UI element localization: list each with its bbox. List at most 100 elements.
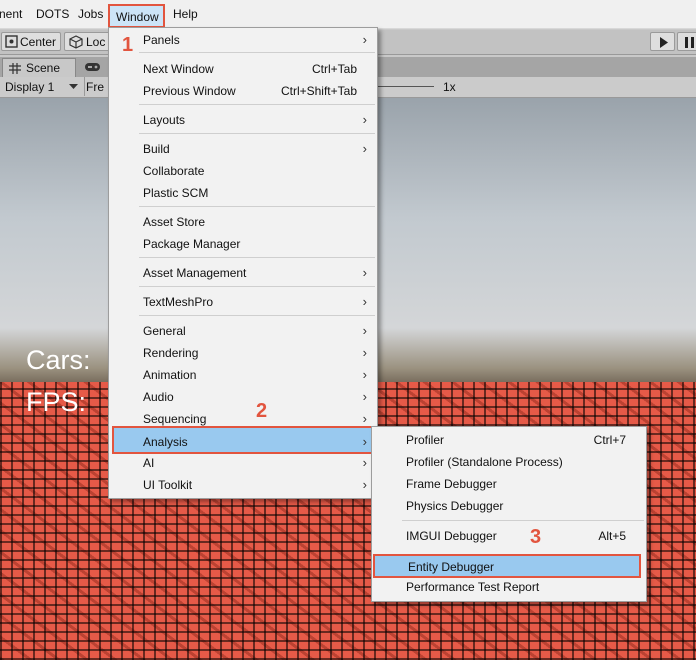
center-icon: [5, 35, 18, 48]
step-badge-2: 2: [256, 400, 268, 422]
menu-item-label: General: [143, 324, 186, 338]
pivot-local-button[interactable]: Loc: [64, 32, 110, 51]
menu-item-label: Plastic SCM: [143, 186, 209, 200]
menu-item-layouts[interactable]: Layouts ›: [109, 109, 377, 131]
menu-window[interactable]: Window: [108, 4, 165, 28]
menu-item-label: Panels: [143, 33, 180, 47]
menu-item-label: Previous Window: [143, 84, 236, 98]
menu-separator: [139, 52, 375, 53]
menu-item-shortcut: Ctrl+Shift+Tab: [280, 84, 357, 98]
menu-item-ai[interactable]: AI ›: [109, 452, 377, 474]
menu-item-label: Entity Debugger: [408, 560, 495, 574]
chevron-right-icon: ›: [362, 477, 367, 492]
menu-item-label: Analysis: [143, 435, 188, 449]
menu-item-label: TextMeshPro: [143, 295, 214, 309]
cube-icon: [69, 35, 83, 49]
menu-item-label: Audio: [143, 390, 174, 404]
menu-component[interactable]: nent: [0, 7, 22, 21]
menu-item-label: Next Window: [143, 62, 214, 76]
menu-separator: [139, 104, 375, 105]
menu-item-package-manager[interactable]: Package Manager: [109, 233, 377, 255]
display-dropdown[interactable]: Display 1: [0, 77, 85, 96]
center-label: Center: [20, 35, 57, 49]
chevron-right-icon: ›: [362, 411, 367, 426]
menu-item-animation[interactable]: Animation ›: [109, 364, 377, 386]
menu-item-physics-debugger[interactable]: Physics Debugger: [372, 495, 646, 517]
menu-item-build[interactable]: Build ›: [109, 138, 377, 160]
menu-jobs[interactable]: Jobs: [78, 7, 103, 21]
menu-separator: [402, 520, 644, 521]
play-icon: [660, 37, 668, 48]
menu-item-label: Package Manager: [143, 237, 241, 251]
menu-item-label: Profiler: [406, 433, 445, 447]
scale-slider[interactable]: [378, 86, 434, 87]
gamepad-icon: [85, 63, 100, 71]
chevron-right-icon: ›: [362, 141, 367, 156]
menu-bar: nent DOTS Jobs Window Help: [0, 0, 696, 29]
menu-dots[interactable]: DOTS: [36, 7, 69, 21]
menu-item-label: Physics Debugger: [406, 499, 504, 513]
chevron-right-icon: ›: [362, 389, 367, 404]
menu-item-label: AI: [143, 456, 155, 470]
tab-game[interactable]: [84, 61, 102, 73]
menu-item-label: Layouts: [143, 113, 186, 127]
menu-item-entity-debugger[interactable]: Entity Debugger: [373, 554, 641, 578]
menu-item-textmeshpro[interactable]: TextMeshPro ›: [109, 291, 377, 313]
chevron-right-icon: ›: [362, 434, 367, 449]
chevron-right-icon: ›: [362, 323, 367, 338]
dropdown-arrow-icon: [69, 84, 78, 89]
pause-icon: [685, 37, 694, 48]
menu-item-ui-toolkit[interactable]: UI Toolkit ›: [109, 474, 377, 496]
menu-separator: [139, 286, 375, 287]
menu-item-asset-store[interactable]: Asset Store: [109, 211, 377, 233]
menu-item-general[interactable]: General ›: [109, 320, 377, 342]
chevron-right-icon: ›: [362, 367, 367, 382]
menu-item-previous-window[interactable]: Previous Window Ctrl+Shift+Tab: [109, 80, 377, 102]
menu-separator: [139, 133, 375, 134]
menu-item-profiler[interactable]: Profiler Ctrl+7: [372, 429, 646, 451]
pause-button[interactable]: [677, 32, 696, 51]
cars-label: Cars:: [26, 345, 91, 375]
chevron-right-icon: ›: [362, 345, 367, 360]
analysis-submenu: Profiler Ctrl+7 Profiler (Standalone Proc…: [371, 426, 647, 602]
menu-item-frame-debugger[interactable]: Frame Debugger: [372, 473, 646, 495]
menu-item-collaborate[interactable]: Collaborate: [109, 160, 377, 182]
menu-item-label: Profiler (Standalone Process): [406, 455, 563, 469]
menu-item-label: Build: [143, 142, 170, 156]
menu-item-label: Rendering: [143, 346, 199, 360]
menu-item-analysis[interactable]: Analysis ›: [112, 426, 374, 454]
menu-item-audio[interactable]: Audio ›: [109, 386, 377, 408]
fps-label: FPS:: [26, 387, 87, 417]
menu-separator: [139, 315, 375, 316]
step-badge-1: 1: [122, 34, 134, 56]
menu-item-imgui-debugger[interactable]: IMGUI Debugger Alt+5: [372, 525, 646, 547]
chevron-right-icon: ›: [362, 455, 367, 470]
menu-item-label: IMGUI Debugger: [406, 529, 497, 543]
menu-item-label: Frame Debugger: [406, 477, 497, 491]
menu-item-label: Sequencing: [143, 412, 207, 426]
scale-value: 1x: [443, 80, 456, 94]
chevron-right-icon: ›: [362, 32, 367, 47]
menu-item-rendering[interactable]: Rendering ›: [109, 342, 377, 364]
menu-item-performance-test-report[interactable]: Performance Test Report: [372, 576, 646, 598]
tab-scene-label: Scene: [26, 61, 61, 75]
chevron-right-icon: ›: [362, 265, 367, 280]
chevron-right-icon: ›: [362, 294, 367, 309]
menu-separator: [139, 206, 375, 207]
menu-item-panels[interactable]: Panels ›: [109, 29, 377, 51]
menu-item-label: Asset Store: [143, 215, 206, 229]
local-label: Loc: [86, 35, 106, 49]
pivot-center-button[interactable]: Center: [1, 32, 61, 51]
chevron-right-icon: ›: [362, 112, 367, 127]
menu-item-plastic-scm[interactable]: Plastic SCM: [109, 182, 377, 204]
menu-item-asset-management[interactable]: Asset Management ›: [109, 262, 377, 284]
resolution-dropdown[interactable]: Fre: [86, 80, 104, 94]
menu-item-next-window[interactable]: Next Window Ctrl+Tab: [109, 58, 377, 80]
menu-window-label: Window: [116, 10, 159, 24]
menu-item-label: UI Toolkit: [143, 478, 193, 492]
tab-scene[interactable]: Scene: [2, 58, 76, 77]
menu-help[interactable]: Help: [173, 7, 198, 21]
menu-item-profiler-standalone[interactable]: Profiler (Standalone Process): [372, 451, 646, 473]
window-menu: Panels › Next Window Ctrl+Tab Previous Win…: [108, 27, 378, 499]
play-button[interactable]: [650, 32, 675, 51]
